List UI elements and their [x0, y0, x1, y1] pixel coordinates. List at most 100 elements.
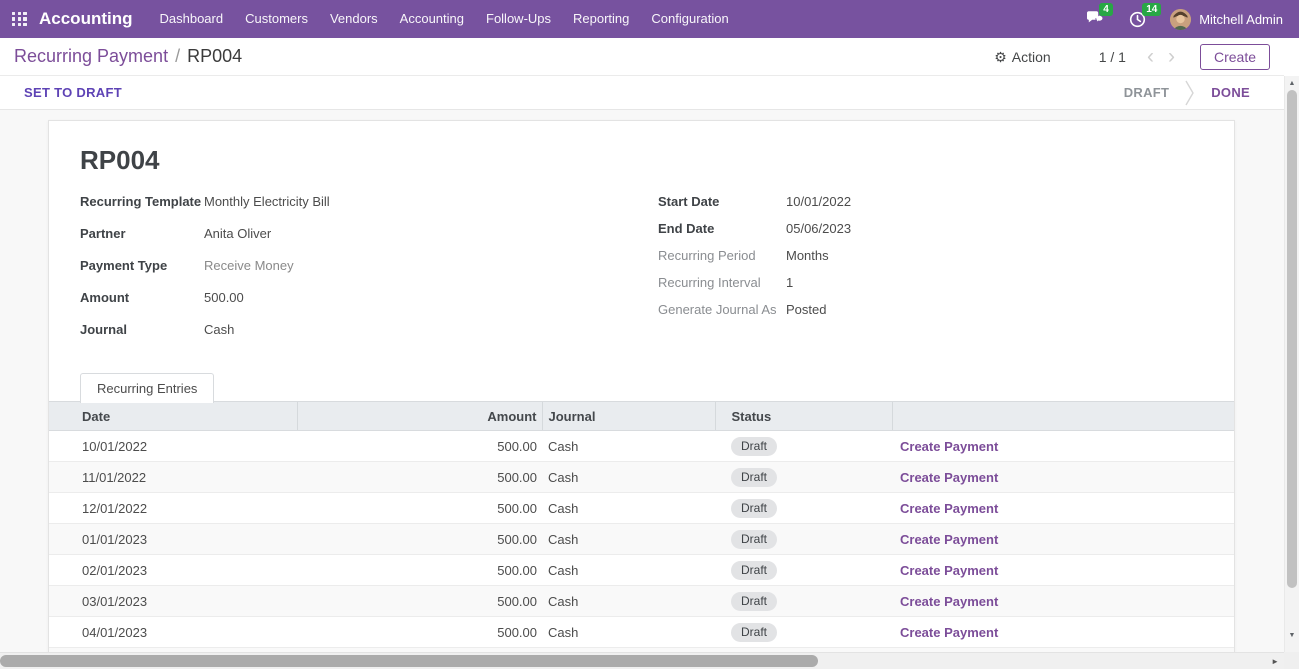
menu-configuration[interactable]: Configuration	[640, 0, 739, 38]
table-row[interactable]: 10/01/2022 500.00 Cash Draft Create Paym…	[49, 431, 1234, 462]
field-value: 500.00	[204, 290, 244, 305]
apps-grid-icon[interactable]	[12, 12, 27, 27]
vertical-scrollbar-thumb[interactable]	[1287, 90, 1297, 588]
create-payment-link[interactable]: Create Payment	[900, 532, 998, 547]
create-payment-link[interactable]: Create Payment	[900, 594, 998, 609]
breadcrumb-parent-link[interactable]: Recurring Payment	[14, 46, 168, 67]
set-to-draft-button[interactable]: SET TO DRAFT	[24, 85, 122, 100]
table-row[interactable]: 12/01/2022 500.00 Cash Draft Create Paym…	[49, 493, 1234, 524]
statusbar-arrow-icon	[1185, 80, 1195, 106]
entry-date: 11/01/2022	[49, 462, 297, 493]
menu-reporting[interactable]: Reporting	[562, 0, 640, 38]
menu-follow-ups[interactable]: Follow-Ups	[475, 0, 562, 38]
table-row[interactable]: 02/01/2023 500.00 Cash Draft Create Paym…	[49, 555, 1234, 586]
create-payment-link[interactable]: Create Payment	[900, 470, 998, 485]
status-badge: Draft	[731, 468, 777, 487]
status-badge: Draft	[731, 437, 777, 456]
field-label: Journal	[80, 322, 204, 337]
entry-journal: Cash	[542, 586, 715, 617]
table-header-row: Date Amount Journal Status	[49, 402, 1234, 431]
column-header-journal[interactable]: Journal	[542, 402, 715, 431]
scrollbar-corner	[1284, 652, 1299, 669]
menu-vendors[interactable]: Vendors	[319, 0, 389, 38]
field-value: 05/06/2023	[786, 221, 851, 236]
messages-count-badge: 4	[1099, 3, 1113, 16]
table-row[interactable]: 11/01/2022 500.00 Cash Draft Create Paym…	[49, 462, 1234, 493]
vertical-scrollbar[interactable]: ▲ ▼	[1284, 76, 1299, 652]
user-name: Mitchell Admin	[1199, 12, 1283, 27]
pager-value[interactable]: 1 / 1	[1099, 49, 1126, 65]
menu-customers[interactable]: Customers	[234, 0, 319, 38]
field-value: Receive Money	[204, 258, 294, 273]
recurring-entries-table: Date Amount Journal Status 10/01/2022 50…	[49, 401, 1234, 669]
app-name[interactable]: Accounting	[39, 9, 133, 29]
entry-date: 01/01/2023	[49, 524, 297, 555]
app-window: Accounting Dashboard Customers Vendors A…	[0, 0, 1299, 669]
breadcrumb-current: RP004	[187, 46, 242, 67]
gear-icon: ⚙	[994, 50, 1007, 64]
scroll-up-icon[interactable]: ▲	[1285, 79, 1299, 89]
entry-date: 12/01/2022	[49, 493, 297, 524]
user-menu[interactable]: Mitchell Admin	[1170, 9, 1283, 30]
status-badge: Draft	[731, 561, 777, 580]
field-label: Generate Journal As	[658, 302, 786, 317]
entry-amount: 500.00	[297, 617, 542, 648]
entry-action-cell: Create Payment	[892, 586, 1234, 617]
scroll-right-icon[interactable]: ►	[1271, 657, 1279, 666]
field-value: Monthly Electricity Bill	[204, 194, 330, 209]
column-header-date[interactable]: Date	[49, 402, 297, 431]
table-row[interactable]: 03/01/2023 500.00 Cash Draft Create Paym…	[49, 586, 1234, 617]
table-row[interactable]: 04/01/2023 500.00 Cash Draft Create Paym…	[49, 617, 1234, 648]
create-button[interactable]: Create	[1200, 44, 1270, 70]
status-state-draft[interactable]: DRAFT	[1108, 85, 1186, 100]
entry-journal: Cash	[542, 524, 715, 555]
entry-status-cell: Draft	[715, 431, 892, 462]
field-start-date: Start Date 10/01/2022	[658, 194, 1194, 209]
entry-action-cell: Create Payment	[892, 524, 1234, 555]
status-state-done[interactable]: DONE	[1195, 85, 1266, 100]
column-header-action	[892, 402, 1234, 431]
table-row[interactable]: 01/01/2023 500.00 Cash Draft Create Paym…	[49, 524, 1234, 555]
entry-date: 10/01/2022	[49, 431, 297, 462]
field-amount: Amount 500.00	[80, 290, 658, 305]
action-label: Action	[1012, 49, 1051, 65]
field-value: 10/01/2022	[786, 194, 851, 209]
entry-action-cell: Create Payment	[892, 493, 1234, 524]
menu-dashboard[interactable]: Dashboard	[149, 0, 235, 38]
entry-journal: Cash	[542, 431, 715, 462]
create-payment-link[interactable]: Create Payment	[900, 563, 998, 578]
entry-amount: 500.00	[297, 586, 542, 617]
entry-amount: 500.00	[297, 493, 542, 524]
entry-action-cell: Create Payment	[892, 617, 1234, 648]
field-value: Posted	[786, 302, 826, 317]
entry-action-cell: Create Payment	[892, 431, 1234, 462]
horizontal-scrollbar[interactable]: ►	[0, 652, 1284, 669]
entry-amount: 500.00	[297, 524, 542, 555]
field-generate-journal-as: Generate Journal As Posted	[658, 302, 1194, 317]
entry-status-cell: Draft	[715, 617, 892, 648]
entry-journal: Cash	[542, 493, 715, 524]
horizontal-scrollbar-thumb[interactable]	[0, 655, 818, 667]
create-payment-link[interactable]: Create Payment	[900, 439, 998, 454]
create-payment-link[interactable]: Create Payment	[900, 501, 998, 516]
create-payment-link[interactable]: Create Payment	[900, 625, 998, 640]
status-stepper: DRAFT DONE	[1108, 76, 1266, 109]
pager-previous-icon[interactable]: ‹	[1140, 46, 1161, 67]
activities-button[interactable]: 14	[1129, 11, 1146, 28]
menu-accounting[interactable]: Accounting	[389, 0, 475, 38]
field-label: Recurring Template	[80, 194, 204, 209]
column-header-status[interactable]: Status	[715, 402, 892, 431]
action-menu-button[interactable]: ⚙ Action	[994, 49, 1050, 65]
breadcrumb: Recurring Payment / RP004	[14, 46, 242, 67]
messages-button[interactable]: 4	[1086, 11, 1105, 27]
column-header-amount[interactable]: Amount	[297, 402, 542, 431]
field-recurring-template: Recurring Template Monthly Electricity B…	[80, 194, 658, 209]
field-end-date: End Date 05/06/2023	[658, 221, 1194, 236]
tab-recurring-entries[interactable]: Recurring Entries	[80, 373, 214, 403]
entry-status-cell: Draft	[715, 524, 892, 555]
scroll-down-icon[interactable]: ▼	[1285, 631, 1299, 641]
top-navbar: Accounting Dashboard Customers Vendors A…	[0, 0, 1299, 38]
field-label: Partner	[80, 226, 204, 241]
pager-next-icon[interactable]: ›	[1161, 46, 1182, 67]
field-label: Payment Type	[80, 258, 204, 273]
